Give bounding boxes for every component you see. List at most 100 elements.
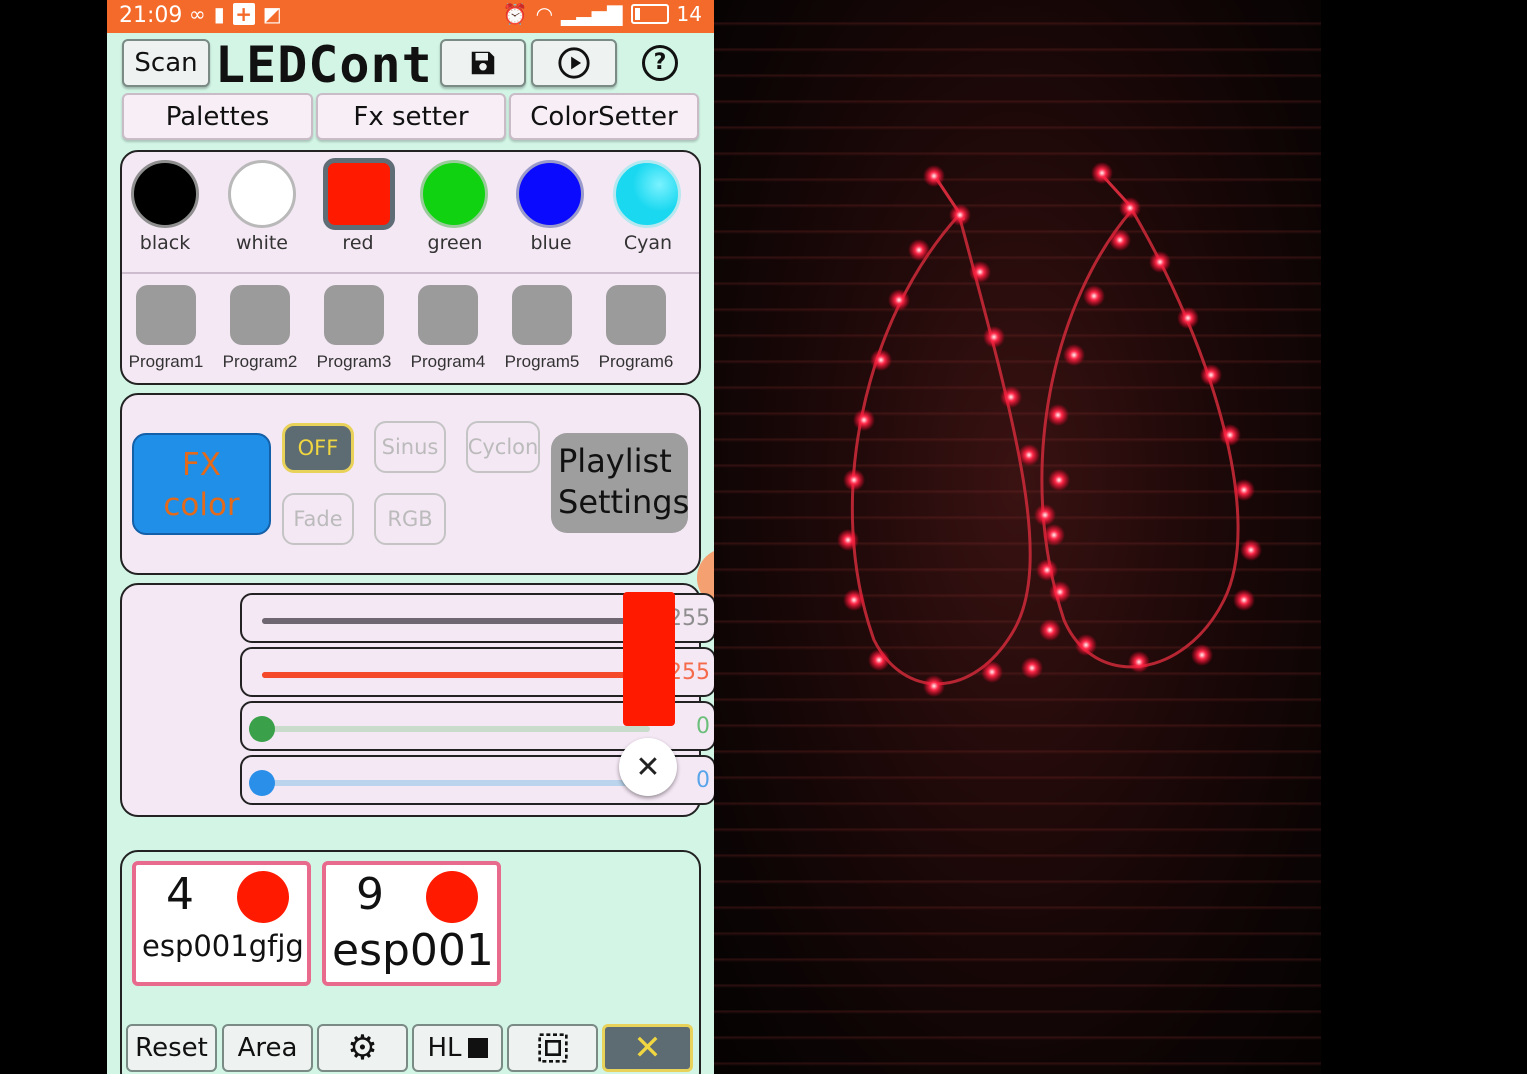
swatch-cyan[interactable] <box>613 160 681 228</box>
hl-button[interactable]: HL <box>412 1024 503 1072</box>
led-light <box>1063 344 1085 366</box>
led-light <box>868 649 890 671</box>
led-light <box>870 349 892 371</box>
program-slot-6[interactable] <box>606 285 666 345</box>
led-light <box>837 529 859 551</box>
program-slot-5[interactable] <box>512 285 572 345</box>
swatch-black[interactable] <box>131 160 199 228</box>
device-name: esp001 <box>332 925 494 976</box>
program-slot-2[interactable] <box>230 285 290 345</box>
program-label-1: Program1 <box>128 352 204 371</box>
led-light <box>1233 589 1255 611</box>
battery-icon <box>630 4 669 24</box>
play-icon <box>558 47 590 79</box>
tab-colorsetter[interactable]: ColorSetter <box>509 93 699 140</box>
select-area-button[interactable] <box>507 1024 598 1072</box>
swatch-label-white: white <box>236 232 288 254</box>
program-label-6: Program6 <box>598 352 674 371</box>
wifi-icon: ◠ <box>535 2 554 26</box>
help-icon[interactable]: ? <box>642 45 678 81</box>
led-light <box>1039 619 1061 641</box>
cancel-x-button[interactable]: ✕ <box>602 1024 693 1072</box>
led-light <box>1219 424 1241 446</box>
select-frame-icon <box>537 1033 568 1063</box>
led-light <box>1200 364 1222 386</box>
phone-screen: 21:09 ∞ ▮ + ◩ ⏰ ◠ ▂▃▅▇ 14 Scan LEDCont ?… <box>107 0 714 1074</box>
device-card[interactable]: 4 esp001gfjg <box>132 861 311 986</box>
led-light <box>1091 162 1113 184</box>
program-slot-1[interactable] <box>136 285 196 345</box>
led-light <box>888 289 910 311</box>
playlist-settings-button[interactable]: Playlist Settings <box>551 433 689 533</box>
led-light <box>949 204 971 226</box>
close-icon: ✕ <box>633 1028 662 1068</box>
alarm-icon: ⏰ <box>502 2 528 26</box>
program-label-3: Program3 <box>316 352 392 371</box>
save-button[interactable] <box>440 39 526 87</box>
program-slot-3[interactable] <box>324 285 384 345</box>
led-light <box>1047 404 1069 426</box>
swatch-label-cyan: Cyan <box>623 232 673 254</box>
swatch-label-red: red <box>342 232 374 254</box>
led-light <box>1240 539 1262 561</box>
led-light <box>1109 229 1131 251</box>
close-icon[interactable]: ✕ <box>619 738 677 796</box>
device-card[interactable]: 9 esp001 <box>322 861 501 986</box>
swatch-label-green: green <box>427 232 483 254</box>
square-icon <box>467 1038 488 1058</box>
led-light <box>1000 386 1022 408</box>
program-slot-4[interactable] <box>418 285 478 345</box>
swatch-green[interactable] <box>420 160 488 228</box>
fx-off-button[interactable]: OFF <box>282 423 354 473</box>
led-light <box>983 326 1005 348</box>
status-bar: 21:09 ∞ ▮ + ◩ ⏰ ◠ ▂▃▅▇ 14 <box>107 0 714 33</box>
led-light <box>1034 504 1056 526</box>
reset-button[interactable]: Reset <box>126 1024 217 1072</box>
settings-button[interactable]: ⚙ <box>317 1024 408 1072</box>
led-light <box>1149 251 1171 273</box>
swatch-blue[interactable] <box>516 160 584 228</box>
tab-palettes[interactable]: Palettes <box>122 93 313 140</box>
led-light <box>1191 644 1213 666</box>
fx-rgb-button[interactable]: RGB <box>374 493 446 545</box>
led-light <box>923 165 945 187</box>
led-light <box>1043 524 1065 546</box>
app-plus-icon: + <box>232 3 255 25</box>
fx-sinus-button[interactable]: Sinus <box>374 421 446 473</box>
signal-icon: ▂▃▅▇ <box>561 2 623 26</box>
fx-cyclon-button[interactable]: Cyclon <box>466 421 540 473</box>
led-light <box>923 675 945 697</box>
fx-fade-button[interactable]: Fade <box>282 493 354 545</box>
hl-label: HL <box>427 1033 462 1063</box>
led-light <box>1233 479 1255 501</box>
blue-slider-knob[interactable] <box>249 770 275 796</box>
telegram-icon: ◩ <box>262 2 282 26</box>
led-light <box>1048 469 1070 491</box>
green-value: 0 <box>696 714 710 739</box>
program-label-4: Program4 <box>410 352 486 371</box>
led-light <box>1177 307 1199 329</box>
led-light <box>908 239 930 261</box>
scan-button[interactable]: Scan <box>122 39 210 87</box>
color-preview <box>623 592 675 726</box>
play-button[interactable] <box>531 39 617 87</box>
led-light <box>1128 651 1150 673</box>
green-slider-knob[interactable] <box>249 716 275 742</box>
led-light <box>1018 444 1040 466</box>
area-button[interactable]: Area <box>222 1024 313 1072</box>
fx-color-button[interactable]: FX color <box>132 433 271 535</box>
blue-value: 0 <box>696 768 710 793</box>
swatch-label-blue: blue <box>530 232 572 254</box>
device-status-dot <box>426 871 478 923</box>
panel-divider <box>122 272 699 274</box>
camera-photo-led-strip <box>714 0 1321 1074</box>
tab-fx-setter[interactable]: Fx setter <box>316 93 506 140</box>
swatch-white[interactable] <box>228 160 296 228</box>
led-light <box>1049 581 1071 603</box>
swatch-red[interactable] <box>323 158 395 230</box>
save-icon <box>471 51 495 75</box>
app-title: LEDCont <box>215 36 433 94</box>
program-label-2: Program2 <box>222 352 298 371</box>
led-light <box>969 261 991 283</box>
device-count: 4 <box>166 869 194 920</box>
